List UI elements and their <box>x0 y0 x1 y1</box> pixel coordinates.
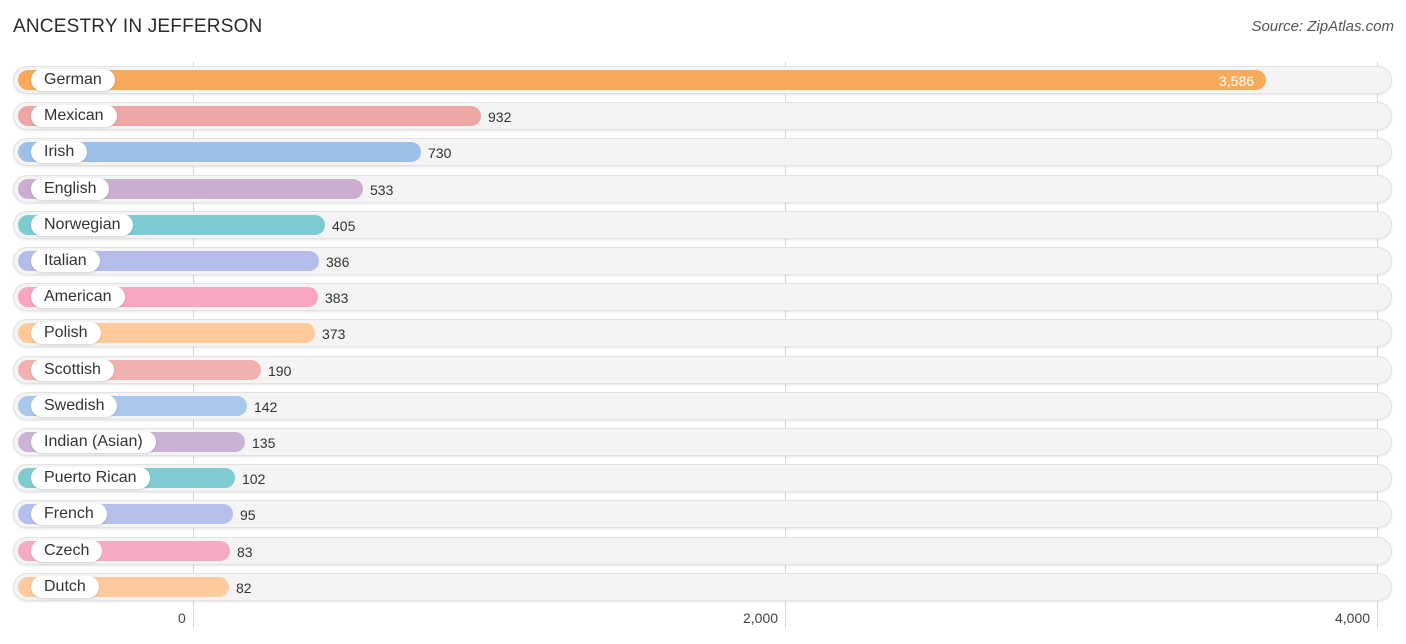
category-label: Puerto Rican <box>31 467 150 489</box>
category-label: Italian <box>31 250 100 272</box>
category-label: German <box>31 69 115 91</box>
category-label: Mexican <box>31 105 117 127</box>
x-tick-label: 2,000 <box>743 610 779 626</box>
x-tick-label: 4,000 <box>1335 610 1371 626</box>
bar[interactable] <box>18 70 1266 90</box>
bar-chart: German 3,586 Mexican 932 Irish 730 English 533 N… <box>0 0 1406 644</box>
value-label: 386 <box>326 254 350 270</box>
value-label: 83 <box>237 544 253 560</box>
category-label: English <box>31 178 110 200</box>
category-label: Dutch <box>31 576 99 598</box>
category-label: American <box>31 286 125 308</box>
value-label: 383 <box>325 290 349 306</box>
category-label: Indian (Asian) <box>31 431 156 453</box>
value-label: 533 <box>370 182 394 198</box>
category-label: Swedish <box>31 395 118 417</box>
value-label: 3,586 <box>1219 73 1255 89</box>
category-label: Czech <box>31 540 103 562</box>
value-label: 405 <box>332 218 356 234</box>
category-label: Polish <box>31 322 101 344</box>
category-label: Norwegian <box>31 214 134 236</box>
value-label: 190 <box>268 363 292 379</box>
value-label: 135 <box>252 435 276 451</box>
value-label: 932 <box>488 109 512 125</box>
value-label: 373 <box>322 326 346 342</box>
category-label: Irish <box>31 141 88 163</box>
category-label: French <box>31 503 107 525</box>
x-tick-label: 0 <box>178 610 186 626</box>
value-label: 730 <box>428 145 452 161</box>
value-label: 95 <box>240 507 256 523</box>
value-label: 142 <box>254 399 278 415</box>
value-label: 82 <box>236 580 252 596</box>
value-label: 102 <box>242 471 266 487</box>
category-label: Scottish <box>31 359 114 381</box>
